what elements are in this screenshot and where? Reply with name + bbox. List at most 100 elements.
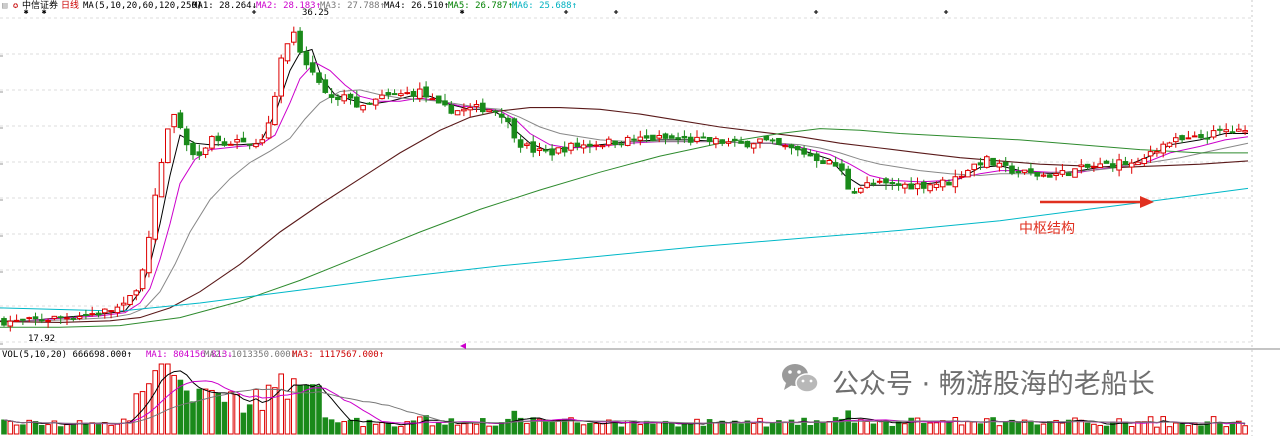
volume-bar-up bbox=[1059, 422, 1066, 435]
candle-up bbox=[202, 147, 209, 155]
volume-bar-up bbox=[750, 422, 757, 435]
volume-bar-up bbox=[341, 421, 347, 435]
volume-bar-up bbox=[139, 391, 146, 435]
volume-bar-up bbox=[467, 421, 473, 435]
volume-bar-up bbox=[486, 425, 492, 435]
candle-up bbox=[593, 144, 600, 147]
candle-down bbox=[498, 113, 505, 118]
candle-up bbox=[568, 142, 574, 151]
volume-bar-up bbox=[158, 363, 165, 435]
candle-down bbox=[335, 96, 341, 101]
volume-bar-up bbox=[1210, 416, 1217, 435]
candle-down bbox=[618, 143, 625, 146]
volume-bar-up bbox=[1154, 426, 1160, 435]
candle-up bbox=[259, 139, 266, 144]
volume-bar-down bbox=[1002, 421, 1009, 435]
candle-down bbox=[1009, 165, 1015, 174]
candle-down bbox=[1065, 172, 1072, 177]
candle-up bbox=[1210, 130, 1217, 138]
volume-bar-up bbox=[580, 424, 587, 435]
menu-icon[interactable]: ▤ bbox=[2, 1, 7, 11]
candle-up bbox=[1078, 164, 1085, 168]
candle-down bbox=[354, 96, 360, 108]
candle-up bbox=[1154, 151, 1160, 154]
volume-bar-up bbox=[599, 423, 606, 435]
candle-up bbox=[914, 183, 921, 190]
volume-bar-up bbox=[1160, 416, 1167, 435]
candle-up bbox=[461, 108, 467, 112]
volume-bar-down bbox=[870, 423, 877, 435]
candle-up bbox=[1128, 162, 1135, 168]
volume-bar-up bbox=[725, 422, 732, 435]
volume-bar-down bbox=[391, 426, 398, 435]
candle-up bbox=[624, 136, 631, 146]
candle-up bbox=[76, 316, 83, 319]
volume-bar-down bbox=[190, 401, 196, 435]
candle-down bbox=[328, 94, 335, 98]
candle-up bbox=[826, 159, 833, 165]
candle-down bbox=[215, 135, 221, 142]
candle-up bbox=[984, 156, 990, 168]
volume-bar-down bbox=[1, 419, 7, 435]
volume-bar-up bbox=[272, 387, 278, 435]
candle-up bbox=[1141, 158, 1148, 165]
volume-bar-down bbox=[39, 424, 45, 435]
candle-up bbox=[133, 290, 140, 296]
candle-down bbox=[480, 102, 486, 113]
stock-name: 中信证券 bbox=[22, 1, 59, 11]
candle-down bbox=[700, 136, 707, 139]
candle-down bbox=[385, 92, 392, 96]
volume-bar-down bbox=[435, 422, 442, 435]
volume-bar-up bbox=[933, 422, 940, 435]
candle-down bbox=[1002, 161, 1009, 166]
candle-down bbox=[1103, 160, 1110, 164]
volume-bar-down bbox=[669, 423, 675, 435]
volume-bar-down bbox=[618, 426, 625, 435]
candle-down bbox=[662, 133, 669, 139]
volume-bar-up bbox=[1166, 426, 1173, 435]
candle-down bbox=[70, 317, 77, 320]
candle-up bbox=[341, 94, 347, 102]
volume-bar-up bbox=[826, 421, 833, 435]
volume-bar-down bbox=[921, 423, 927, 435]
volume-bar-down bbox=[1034, 424, 1041, 435]
volume-bar-down bbox=[20, 424, 26, 435]
candle-up bbox=[228, 143, 234, 146]
volume-bar-up bbox=[417, 416, 423, 435]
candle-up bbox=[713, 138, 719, 145]
volume-bar-down bbox=[505, 418, 511, 435]
candle-up bbox=[398, 93, 404, 97]
volume-bar-up bbox=[114, 423, 121, 435]
candle-down bbox=[423, 86, 429, 98]
candle-down bbox=[1084, 163, 1091, 168]
candle-down bbox=[1, 318, 7, 326]
volume-bar-up bbox=[864, 420, 870, 435]
candle-up bbox=[291, 31, 297, 43]
candle-up bbox=[1021, 169, 1028, 173]
volume-bar-down bbox=[316, 385, 322, 435]
candle-down bbox=[549, 148, 555, 156]
candle-down bbox=[1204, 137, 1211, 140]
volume-bar-down bbox=[517, 417, 524, 435]
candle-up bbox=[26, 317, 32, 320]
candle-up bbox=[933, 183, 940, 189]
volume-bar-up bbox=[202, 388, 209, 435]
candle-up bbox=[927, 184, 933, 192]
volume-bar-down bbox=[738, 423, 744, 435]
candle-up bbox=[209, 136, 215, 149]
candle-down bbox=[631, 138, 637, 141]
candle-up bbox=[272, 95, 278, 126]
candle-down bbox=[574, 142, 581, 148]
volume-bar-up bbox=[265, 384, 272, 435]
volume-bar-up bbox=[914, 417, 921, 435]
ma3-value: MA3: 27.788↑ bbox=[320, 1, 386, 11]
ma4-value: MA4: 26.510↑ bbox=[384, 1, 450, 11]
candle-up bbox=[171, 113, 177, 128]
volume-bar-down bbox=[177, 379, 184, 435]
candle-up bbox=[165, 128, 171, 164]
volume-bar-up bbox=[524, 422, 530, 435]
volume-bar-down bbox=[1103, 425, 1110, 435]
candle-up bbox=[7, 320, 14, 327]
volume-bar-down bbox=[335, 422, 341, 435]
candle-down bbox=[20, 318, 26, 321]
